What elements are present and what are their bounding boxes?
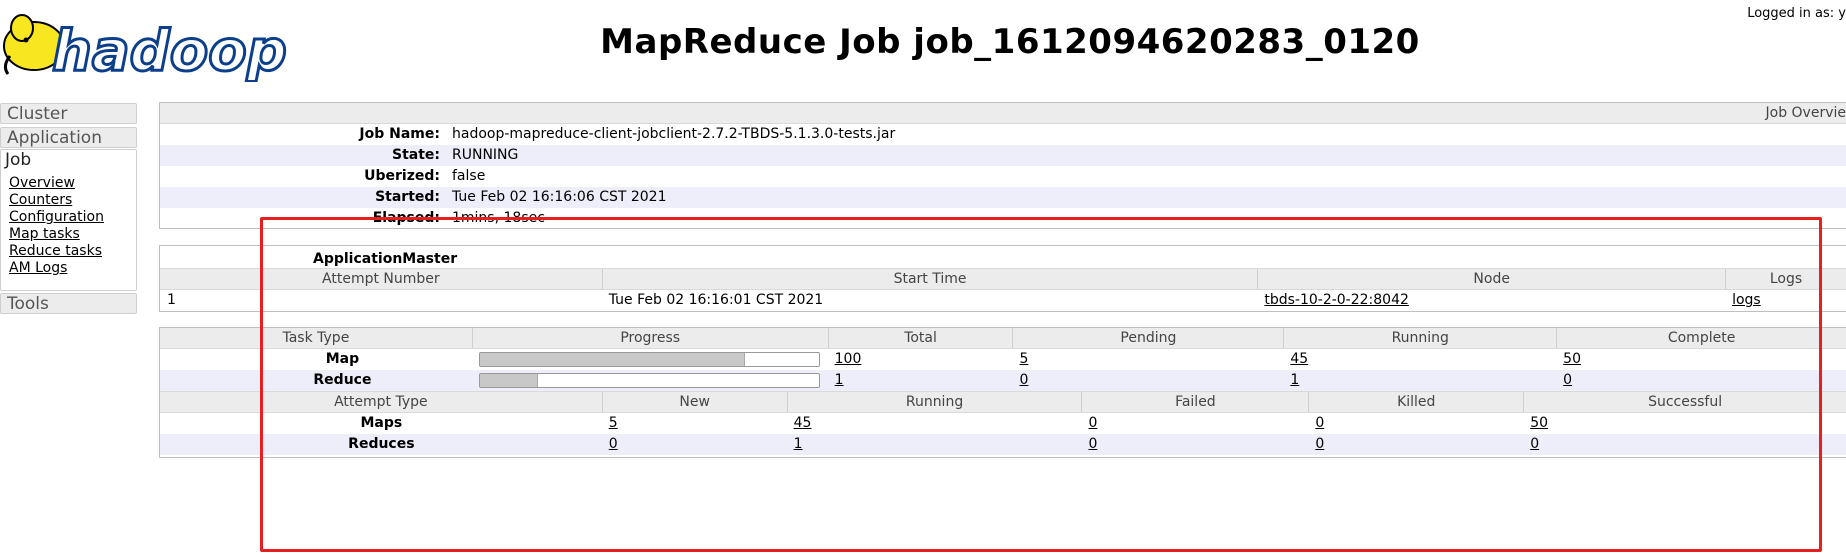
nav-job-section: Job Overview Counters Configuration Map … bbox=[0, 149, 137, 291]
nav-cluster[interactable]: Cluster bbox=[0, 103, 137, 124]
hadoop-logo: hadoop bbox=[0, 4, 290, 86]
job-link-map-tasks[interactable]: Map tasks bbox=[9, 226, 80, 242]
started-value: Tue Feb 02 16:16:06 CST 2021 bbox=[452, 189, 667, 205]
logo-wordmark: hadoop bbox=[52, 19, 287, 82]
state-value: RUNNING bbox=[452, 147, 519, 163]
job-links: Overview Counters Configuration Map task… bbox=[1, 175, 136, 277]
uberized-value: false bbox=[452, 168, 486, 184]
job-link-configuration[interactable]: Configuration bbox=[9, 209, 104, 225]
highlight-box bbox=[260, 217, 1822, 552]
logged-in-user: Logged in as: y bbox=[1747, 6, 1846, 21]
nav-job[interactable]: Job bbox=[1, 150, 136, 171]
page-title: MapReduce Job job_1612094620283_0120 bbox=[600, 22, 1420, 62]
job-link-reduce-tasks[interactable]: Reduce tasks bbox=[9, 243, 102, 259]
overview-label: Uberized: bbox=[364, 168, 440, 184]
overview-label: Job Name: bbox=[359, 126, 440, 142]
overview-row: Job Name: hadoop-mapreduce-client-jobclie… bbox=[160, 124, 1846, 145]
job-link-overview[interactable]: Overview bbox=[9, 175, 75, 191]
job-link-counters[interactable]: Counters bbox=[9, 192, 72, 208]
job-link-am-logs[interactable]: AM Logs bbox=[9, 260, 67, 276]
overview-row: State: RUNNING bbox=[160, 145, 1846, 166]
nav-tools[interactable]: Tools bbox=[0, 293, 137, 314]
job-name-value: hadoop-mapreduce-client-jobclient-2.7.2-… bbox=[452, 126, 896, 142]
job-overview-panel: Job Overvie Job Name: hadoop-mapreduce-cl… bbox=[159, 102, 1846, 229]
nav-application[interactable]: Application bbox=[0, 127, 137, 148]
overview-label: State: bbox=[391, 147, 440, 163]
overview-label: Started: bbox=[375, 189, 440, 205]
job-overview-header: Job Overvie bbox=[160, 103, 1846, 124]
overview-row: Started: Tue Feb 02 16:16:06 CST 2021 bbox=[160, 187, 1846, 208]
overview-row: Uberized: false bbox=[160, 166, 1846, 187]
